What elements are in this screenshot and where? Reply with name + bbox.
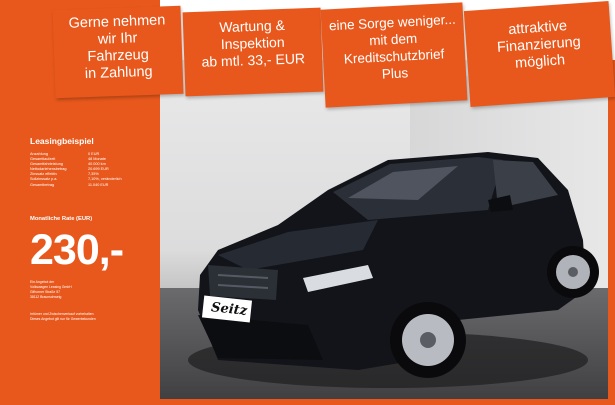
provider-note: Ein Angebot der Volkswagen Leasing GmbH …	[30, 280, 156, 300]
lease-row: Gesamtbetrag 11.040 EUR	[30, 183, 156, 188]
leasing-title: Leasingbeispiel	[30, 136, 94, 146]
provider-line: 38112 Braunschweig	[30, 295, 62, 299]
banner-trade-in: Gerne nehmen wir Ihr Fahrzeug in Zahlung	[52, 5, 184, 99]
banner-text: in Zahlung	[84, 63, 153, 83]
lease-value: 11.040 EUR	[88, 182, 109, 187]
banner-financing: attraktive Finanzierung möglich	[463, 1, 615, 107]
lease-label: Gesamtbetrag	[30, 182, 55, 187]
car-photo	[188, 152, 599, 388]
orange-right-strip	[608, 60, 615, 405]
disclaimer-note: Irrtümer und Zwischenverkauf vorbehalten…	[30, 312, 156, 322]
orange-bottom-strip	[158, 399, 615, 405]
disclaimer-line: Dieses Angebot gilt nur für Gewerbekunde…	[30, 317, 96, 321]
leasing-details: Leasingbeispiel Anzahlung 0 EUR Gesamtlau…	[30, 136, 156, 188]
vehicle-ad: Seitz Leasingbeispiel Anzahlung 0 EUR Ges…	[0, 0, 615, 405]
monthly-rate-label: Monatliche Rate (EUR)	[30, 216, 93, 222]
banner-text: ab mtl. 33,- EUR	[201, 50, 306, 70]
plate-text: Seitz	[210, 300, 248, 319]
banner-credit-protection: eine Sorge weniger... mit dem Kreditschu…	[320, 2, 468, 108]
banner-maintenance: Wartung & Inspektion ab mtl. 33,- EUR	[182, 7, 324, 97]
monthly-rate-value: 230,-	[30, 226, 124, 274]
